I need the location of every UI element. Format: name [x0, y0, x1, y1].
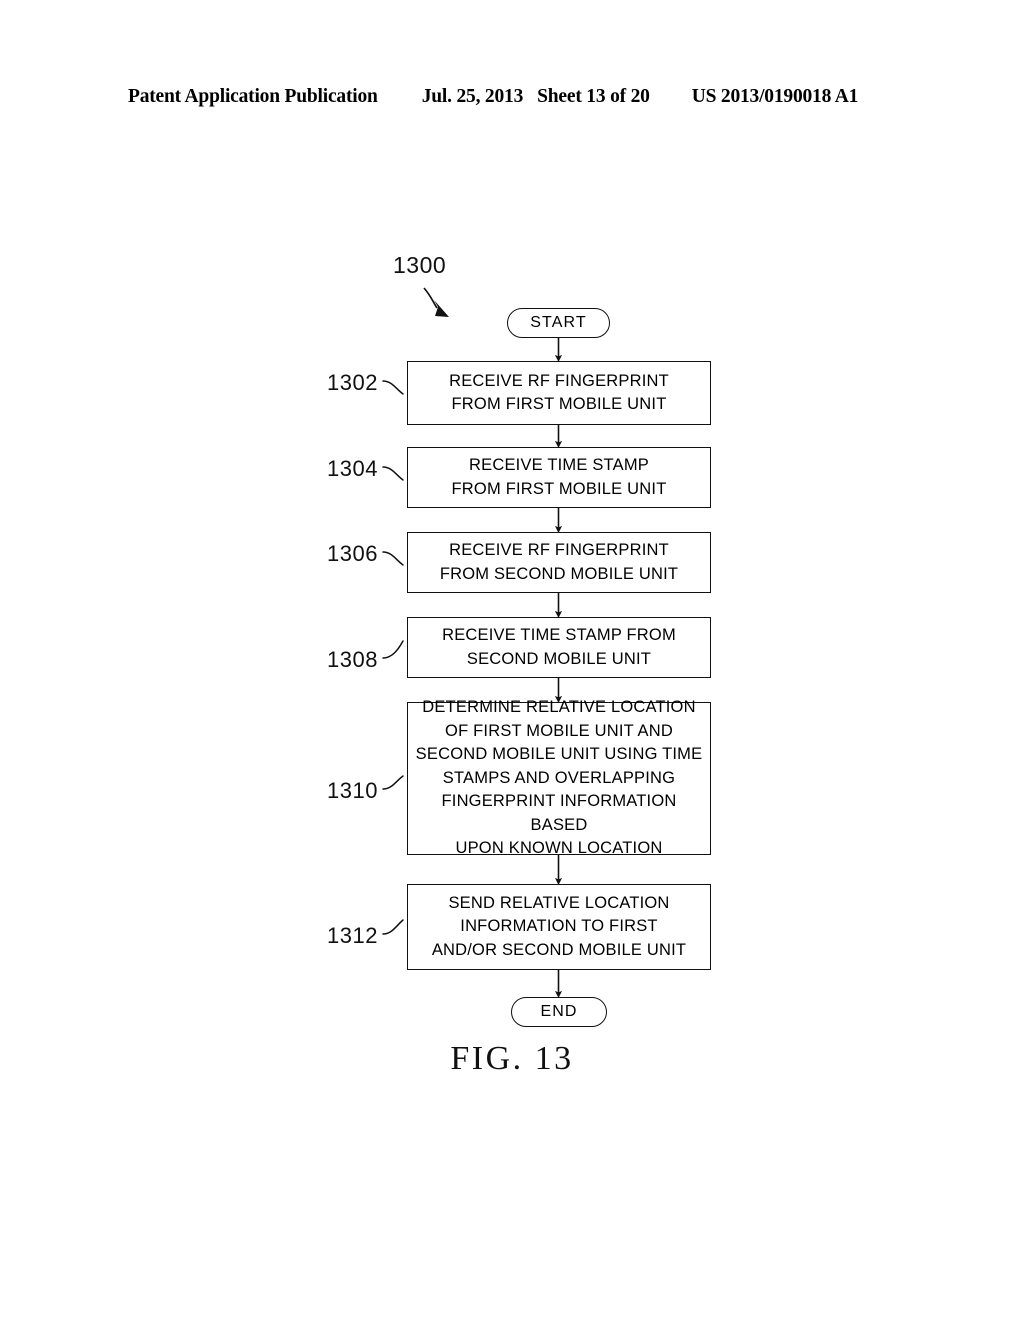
- leader-1310: [382, 775, 404, 790]
- flow-node-1304-line-2: FROM FIRST MOBILE UNIT: [451, 479, 667, 498]
- leader-1312: [382, 919, 404, 935]
- flow-node-start-label: START: [530, 314, 587, 331]
- flow-node-1302[interactable]: RECEIVE RF FINGERPRINT FROM FIRST MOBILE…: [407, 361, 711, 425]
- reference-numeral-1306: 1306: [327, 541, 378, 566]
- flow-node-end[interactable]: END: [511, 997, 607, 1027]
- reference-numeral-1308: 1308: [327, 647, 378, 672]
- flow-node-1312-line-1: SEND RELATIVE LOCATION: [448, 893, 670, 912]
- reference-numeral-1302: 1302: [327, 370, 378, 395]
- flowchart-1300: START RECEIVE RF FINGERPRINT FROM FIRST …: [0, 0, 1024, 1320]
- flow-node-1312-text: SEND RELATIVE LOCATION INFORMATION TO FI…: [426, 892, 692, 963]
- flow-node-1306-text: RECEIVE RF FINGERPRINT FROM SECOND MOBIL…: [434, 539, 684, 586]
- flow-node-1310-line-3: SECOND MOBILE UNIT USING TIME: [415, 745, 703, 764]
- figure-caption: FIG. 13: [450, 1040, 574, 1077]
- flow-node-1312-line-3: AND/OR SECOND MOBILE UNIT: [431, 940, 687, 959]
- flow-node-1310[interactable]: DETERMINE RELATIVE LOCATION OF FIRST MOB…: [407, 698, 711, 857]
- leader-1300: [423, 287, 449, 317]
- leader-1306: [382, 551, 404, 566]
- flow-node-1304[interactable]: RECEIVE TIME STAMP FROM FIRST MOBILE UNI…: [407, 447, 711, 508]
- flow-node-1310-line-2: OF FIRST MOBILE UNIT AND: [445, 721, 673, 740]
- flow-node-1308-line-1: RECEIVE TIME STAMP FROM: [442, 626, 676, 644]
- flow-node-1310-line-6: UPON KNOWN LOCATION: [455, 839, 663, 858]
- flow-node-1306[interactable]: RECEIVE RF FINGERPRINT FROM SECOND MOBIL…: [407, 532, 711, 593]
- flow-node-1308-line-2: SECOND MOBILE UNIT: [466, 649, 652, 668]
- leader-1308: [382, 640, 404, 659]
- flow-node-1302-line-2: FROM FIRST MOBILE UNIT: [451, 395, 667, 413]
- flow-node-1310-line-1: DETERMINE RELATIVE LOCATION: [422, 698, 696, 717]
- flow-node-1304-text: RECEIVE TIME STAMP FROM FIRST MOBILE UNI…: [446, 454, 673, 501]
- flow-node-1304-line-1: RECEIVE TIME STAMP: [469, 456, 649, 474]
- flow-node-1312-line-2: INFORMATION TO FIRST: [460, 917, 658, 936]
- flow-node-1306-line-2: FROM SECOND MOBILE UNIT: [439, 564, 679, 583]
- flow-node-1310-line-4: STAMPS AND OVERLAPPING: [442, 768, 676, 787]
- flow-node-1312[interactable]: SEND RELATIVE LOCATION INFORMATION TO FI…: [407, 884, 711, 970]
- flow-node-1302-line-1: RECEIVE RF FINGERPRINT: [449, 371, 669, 390]
- reference-numeral-1310: 1310: [327, 778, 378, 803]
- flow-node-1308-text: RECEIVE TIME STAMP FROM SECOND MOBILE UN…: [436, 624, 682, 671]
- flow-node-end-label: END: [540, 1003, 578, 1020]
- leader-1302: [382, 380, 404, 395]
- flow-node-1310-line-5: FINGERPRINT INFORMATION BASED: [441, 792, 677, 834]
- flow-node-1308[interactable]: RECEIVE TIME STAMP FROM SECOND MOBILE UN…: [407, 617, 711, 678]
- leader-1304: [382, 466, 404, 481]
- flow-node-1302-text: RECEIVE RF FINGERPRINT FROM FIRST MOBILE…: [443, 370, 675, 417]
- reference-numeral-1300: 1300: [393, 252, 447, 278]
- flow-node-1310-text: DETERMINE RELATIVE LOCATION OF FIRST MOB…: [408, 696, 710, 861]
- reference-numeral-1312: 1312: [327, 923, 378, 948]
- reference-numeral-1304: 1304: [327, 456, 378, 481]
- flow-node-1306-line-1: RECEIVE RF FINGERPRINT: [449, 541, 669, 559]
- flow-node-start[interactable]: START: [507, 308, 610, 338]
